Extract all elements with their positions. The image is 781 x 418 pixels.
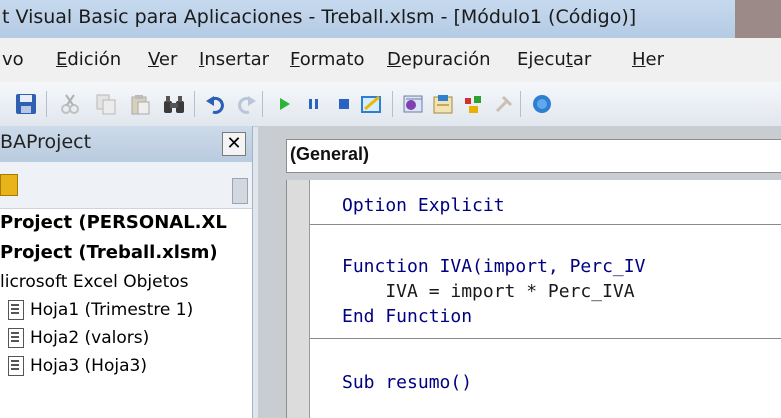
- code-line[interactable]: Function IVA(import, Perc_IV: [342, 256, 645, 277]
- properties-icon[interactable]: [432, 92, 456, 116]
- window-title: t Visual Basic para Aplicaciones - Treba…: [2, 6, 637, 28]
- object-browser-icon[interactable]: [462, 92, 486, 116]
- sheet-icon: [8, 328, 24, 348]
- undo-icon[interactable]: [204, 92, 228, 116]
- code-editor[interactable]: Option Explicit Function IVA(import, Per…: [286, 180, 781, 418]
- tree-node-hoja2[interactable]: Hoja2 (valors): [8, 328, 149, 348]
- design-mode-icon[interactable]: [360, 92, 384, 116]
- reset-icon[interactable]: [332, 92, 356, 116]
- tree-node-personal[interactable]: Project (PERSONAL.XL: [0, 212, 227, 233]
- title-bar: t Visual Basic para Aplicaciones - Treba…: [0, 0, 781, 39]
- tree-node-treball[interactable]: Project (Treball.xlsm): [0, 242, 218, 263]
- procedure-separator: [310, 224, 781, 225]
- standard-toolbar: [0, 82, 781, 127]
- title-bar-edge: [735, 0, 781, 38]
- menu-formato[interactable]: Formato: [290, 49, 364, 70]
- menu-edicion[interactable]: Edición: [56, 49, 121, 70]
- sheet-icon: [8, 356, 24, 376]
- menu-depuracion[interactable]: Depuración: [387, 49, 491, 70]
- code-window: (General) Option Explicit Function IVA(i…: [258, 126, 781, 418]
- tree-node-label: Hoja2 (valors): [30, 328, 150, 348]
- tree-node-hoja3[interactable]: Hoja3 (Hoja3): [8, 356, 147, 376]
- toolbar-separator: [392, 91, 393, 117]
- code-line[interactable]: Sub resumo(): [342, 372, 472, 393]
- menu-ejecutar[interactable]: Ejecutar: [517, 49, 591, 70]
- menu-archivo[interactable]: vo: [2, 49, 24, 70]
- close-button[interactable]: ✕: [222, 132, 246, 156]
- tree-node-label: Hoja3 (Hoja3): [30, 356, 147, 376]
- tree-node-label: Hoja1 (Trimestre 1): [30, 300, 194, 320]
- code-line[interactable]: Option Explicit: [342, 195, 505, 216]
- scroll-handle[interactable]: [232, 178, 248, 204]
- tree-node-hoja1[interactable]: Hoja1 (Trimestre 1): [8, 300, 193, 320]
- object-combo[interactable]: (General): [286, 139, 781, 173]
- project-explorer-header: BAProject ✕: [0, 126, 252, 162]
- break-icon[interactable]: [302, 92, 326, 116]
- procedure-separator: [310, 338, 781, 339]
- copy-icon[interactable]: [94, 92, 118, 116]
- code-line[interactable]: End Function: [342, 306, 472, 327]
- toolbar-separator: [46, 91, 47, 117]
- cut-icon[interactable]: [58, 92, 82, 116]
- code-line[interactable]: IVA = import * Perc_IVA: [342, 281, 634, 302]
- find-icon[interactable]: [162, 92, 186, 116]
- menu-ver[interactable]: Ver: [148, 49, 177, 70]
- save-icon[interactable]: [14, 92, 38, 116]
- project-explorer-toolbar: [0, 162, 252, 209]
- help-icon[interactable]: [530, 92, 554, 116]
- folder-icon[interactable]: [0, 174, 18, 196]
- project-explorer-title: BAProject: [0, 131, 92, 153]
- sheet-icon: [8, 300, 24, 320]
- toolbar-separator: [194, 91, 195, 117]
- project-explorer: BAProject ✕ Project (PERSONAL.XL Project…: [0, 126, 253, 418]
- menu-herramientas[interactable]: Her: [632, 49, 664, 70]
- paste-icon[interactable]: [128, 92, 152, 116]
- redo-icon[interactable]: [234, 92, 258, 116]
- tree-node-excel-objects[interactable]: licrosoft Excel Objetos: [0, 272, 189, 292]
- toolbar-separator: [262, 91, 263, 117]
- code-margin[interactable]: [287, 180, 310, 418]
- menu-insertar[interactable]: Insertar: [199, 49, 269, 70]
- toolbar-separator: [520, 91, 521, 117]
- run-icon[interactable]: [272, 92, 296, 116]
- toolbox-icon[interactable]: [492, 92, 516, 116]
- object-combo-value: (General): [290, 144, 370, 164]
- menu-bar: vo Edición Ver Insertar Formato Depuraci…: [0, 38, 781, 82]
- project-explorer-icon[interactable]: [402, 92, 426, 116]
